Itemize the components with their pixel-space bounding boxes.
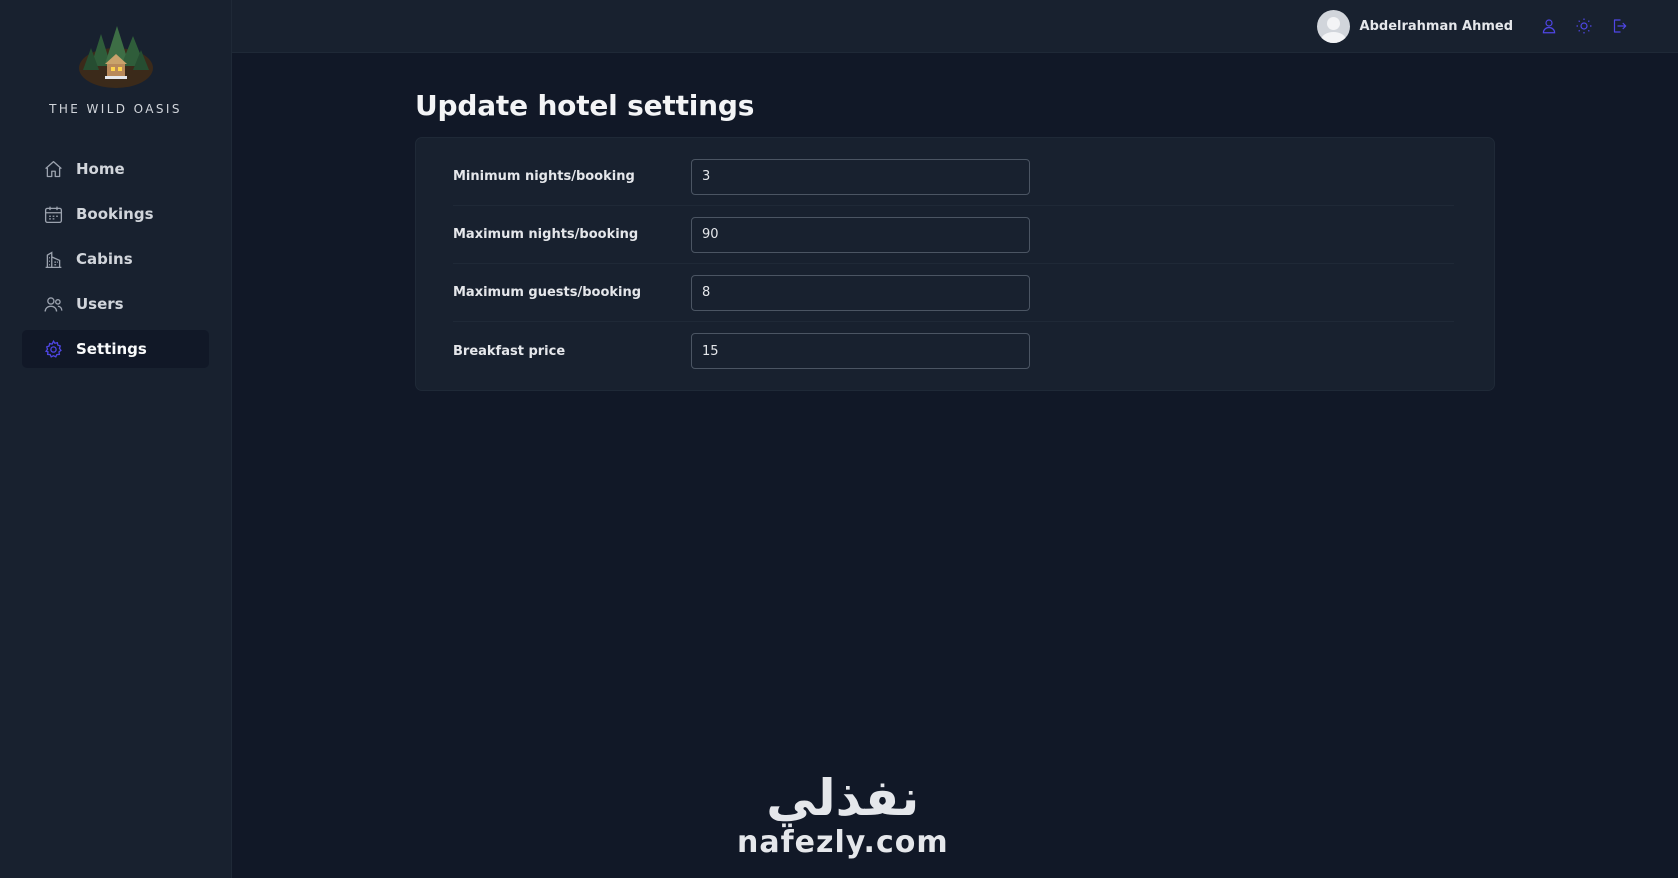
logo: THE WILD OASIS bbox=[22, 24, 209, 116]
main-area: Abdelrahman Ahmed Update hotel settings … bbox=[232, 0, 1678, 878]
user-name: Abdelrahman Ahmed bbox=[1359, 18, 1513, 34]
user-profile: Abdelrahman Ahmed bbox=[1316, 9, 1513, 43]
main-nav: Home Bookings Cabins Users Settings bbox=[22, 150, 209, 368]
max-guests-input[interactable] bbox=[691, 274, 1030, 311]
top-header: Abdelrahman Ahmed bbox=[232, 0, 1678, 53]
watermark-arabic: نفذلي bbox=[766, 769, 920, 827]
brand-name: THE WILD OASIS bbox=[49, 102, 182, 116]
min-nights-label: Minimum nights/booking bbox=[453, 169, 635, 184]
settings-content: Update hotel settings Minimum nights/boo… bbox=[232, 53, 1678, 391]
max-nights-label: Maximum nights/booking bbox=[453, 227, 639, 242]
watermark: نفذلي nafezly.com bbox=[737, 770, 949, 860]
watermark-latin: nafezly.com bbox=[737, 825, 949, 860]
logout-icon bbox=[1613, 19, 1626, 33]
calendar-icon bbox=[43, 204, 64, 225]
app: THE WILD OASIS Home Bookings Cabins User… bbox=[0, 0, 1678, 878]
sidebar-item-cabins[interactable]: Cabins bbox=[22, 240, 209, 278]
sidebar-item-label: Bookings bbox=[76, 205, 154, 223]
form-row: Minimum nights/booking bbox=[453, 148, 1454, 206]
sidebar-item-label: Cabins bbox=[76, 250, 133, 268]
page-title: Update hotel settings bbox=[415, 89, 755, 122]
form-row: Maximum nights/booking bbox=[453, 206, 1454, 264]
sidebar-item-users[interactable]: Users bbox=[22, 285, 209, 323]
account-button[interactable] bbox=[1535, 13, 1562, 40]
gear-icon bbox=[43, 339, 64, 360]
home-icon bbox=[43, 159, 64, 180]
building-icon bbox=[43, 249, 64, 270]
sidebar-item-label: Users bbox=[76, 295, 124, 313]
sun-icon bbox=[1576, 18, 1591, 34]
settings-form: Minimum nights/booking Maximum nights/bo… bbox=[415, 137, 1495, 391]
sidebar-item-label: Home bbox=[76, 160, 125, 178]
min-nights-input[interactable] bbox=[691, 158, 1030, 195]
logout-button[interactable] bbox=[1605, 13, 1632, 40]
avatar bbox=[1316, 9, 1350, 43]
max-nights-input[interactable] bbox=[691, 216, 1030, 253]
logo-image bbox=[78, 26, 153, 88]
sidebar-item-bookings[interactable]: Bookings bbox=[22, 195, 209, 233]
theme-toggle-button[interactable] bbox=[1570, 13, 1597, 40]
breakfast-price-input[interactable] bbox=[691, 333, 1030, 369]
user-icon bbox=[1542, 19, 1555, 34]
max-guests-label: Maximum guests/booking bbox=[453, 285, 642, 300]
sidebar-item-settings[interactable]: Settings bbox=[22, 330, 209, 368]
sidebar-item-home[interactable]: Home bbox=[22, 150, 209, 188]
form-row: Breakfast price bbox=[453, 322, 1454, 380]
sidebar: THE WILD OASIS Home Bookings Cabins User… bbox=[0, 0, 232, 878]
form-row: Maximum guests/booking bbox=[453, 264, 1454, 322]
breakfast-price-label: Breakfast price bbox=[453, 343, 566, 359]
sidebar-item-label: Settings bbox=[76, 340, 147, 358]
users-icon bbox=[43, 294, 64, 315]
header-actions bbox=[1535, 13, 1632, 40]
